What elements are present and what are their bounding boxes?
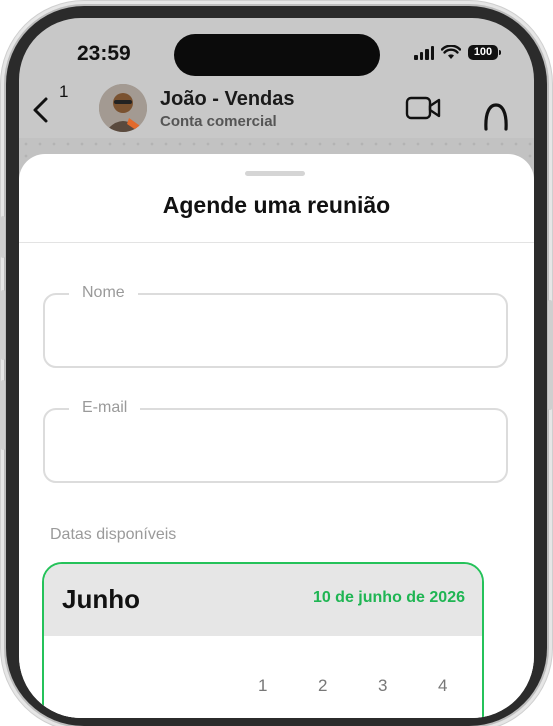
calendar-day[interactable]: 1 <box>258 676 267 696</box>
divider <box>19 242 534 243</box>
name-field-label: Nome <box>69 284 138 302</box>
email-field[interactable]: E-mail <box>43 399 508 483</box>
sheet-grabber[interactable] <box>245 171 305 176</box>
selected-date: 10 de junho de 2026 <box>312 589 465 606</box>
status-time: 23:59 <box>77 42 131 65</box>
schedule-meeting-sheet: Agende uma reunião Nome E-mail Datas dis… <box>19 154 534 718</box>
calendar-header: Junho 10 de junho de 2026 <box>44 564 482 636</box>
side-button <box>1 216 5 258</box>
avatar[interactable] <box>99 84 147 132</box>
cellular-signal-icon <box>414 45 434 60</box>
sheet-title: Agende uma reunião <box>162 192 391 218</box>
name-field[interactable]: Nome <box>43 284 508 368</box>
avatar-photo <box>99 84 147 132</box>
calendar-day[interactable]: 3 <box>378 676 387 696</box>
available-dates-label: Datas disponíveis <box>50 526 177 543</box>
status-indicators: 100 <box>414 45 501 60</box>
side-button <box>1 380 5 450</box>
email-field-label: E-mail <box>69 399 141 417</box>
unread-count: 1 <box>59 82 69 101</box>
email-input[interactable] <box>65 432 486 462</box>
date-calendar: Junho 10 de junho de 2026 1 2 3 4 <box>42 562 484 718</box>
video-call-icon[interactable] <box>405 96 441 120</box>
contact-subtitle: Conta comercial <box>160 113 277 130</box>
back-chevron-icon[interactable] <box>31 96 51 124</box>
contact-name[interactable]: João - Vendas <box>160 88 295 111</box>
side-button <box>1 290 5 360</box>
calendar-day[interactable]: 4 <box>438 676 447 696</box>
calendar-day[interactable]: 2 <box>318 676 327 696</box>
calendar-month: Junho <box>62 584 140 614</box>
phone-screen: 23:59 100 1 João - Vendas Conta comercia… <box>19 18 534 718</box>
battery-icon: 100 <box>468 45 501 60</box>
name-input[interactable] <box>65 317 486 347</box>
dynamic-island <box>174 34 380 76</box>
side-button <box>548 300 552 410</box>
wifi-icon <box>441 45 461 59</box>
phone-call-icon[interactable] <box>482 102 510 132</box>
